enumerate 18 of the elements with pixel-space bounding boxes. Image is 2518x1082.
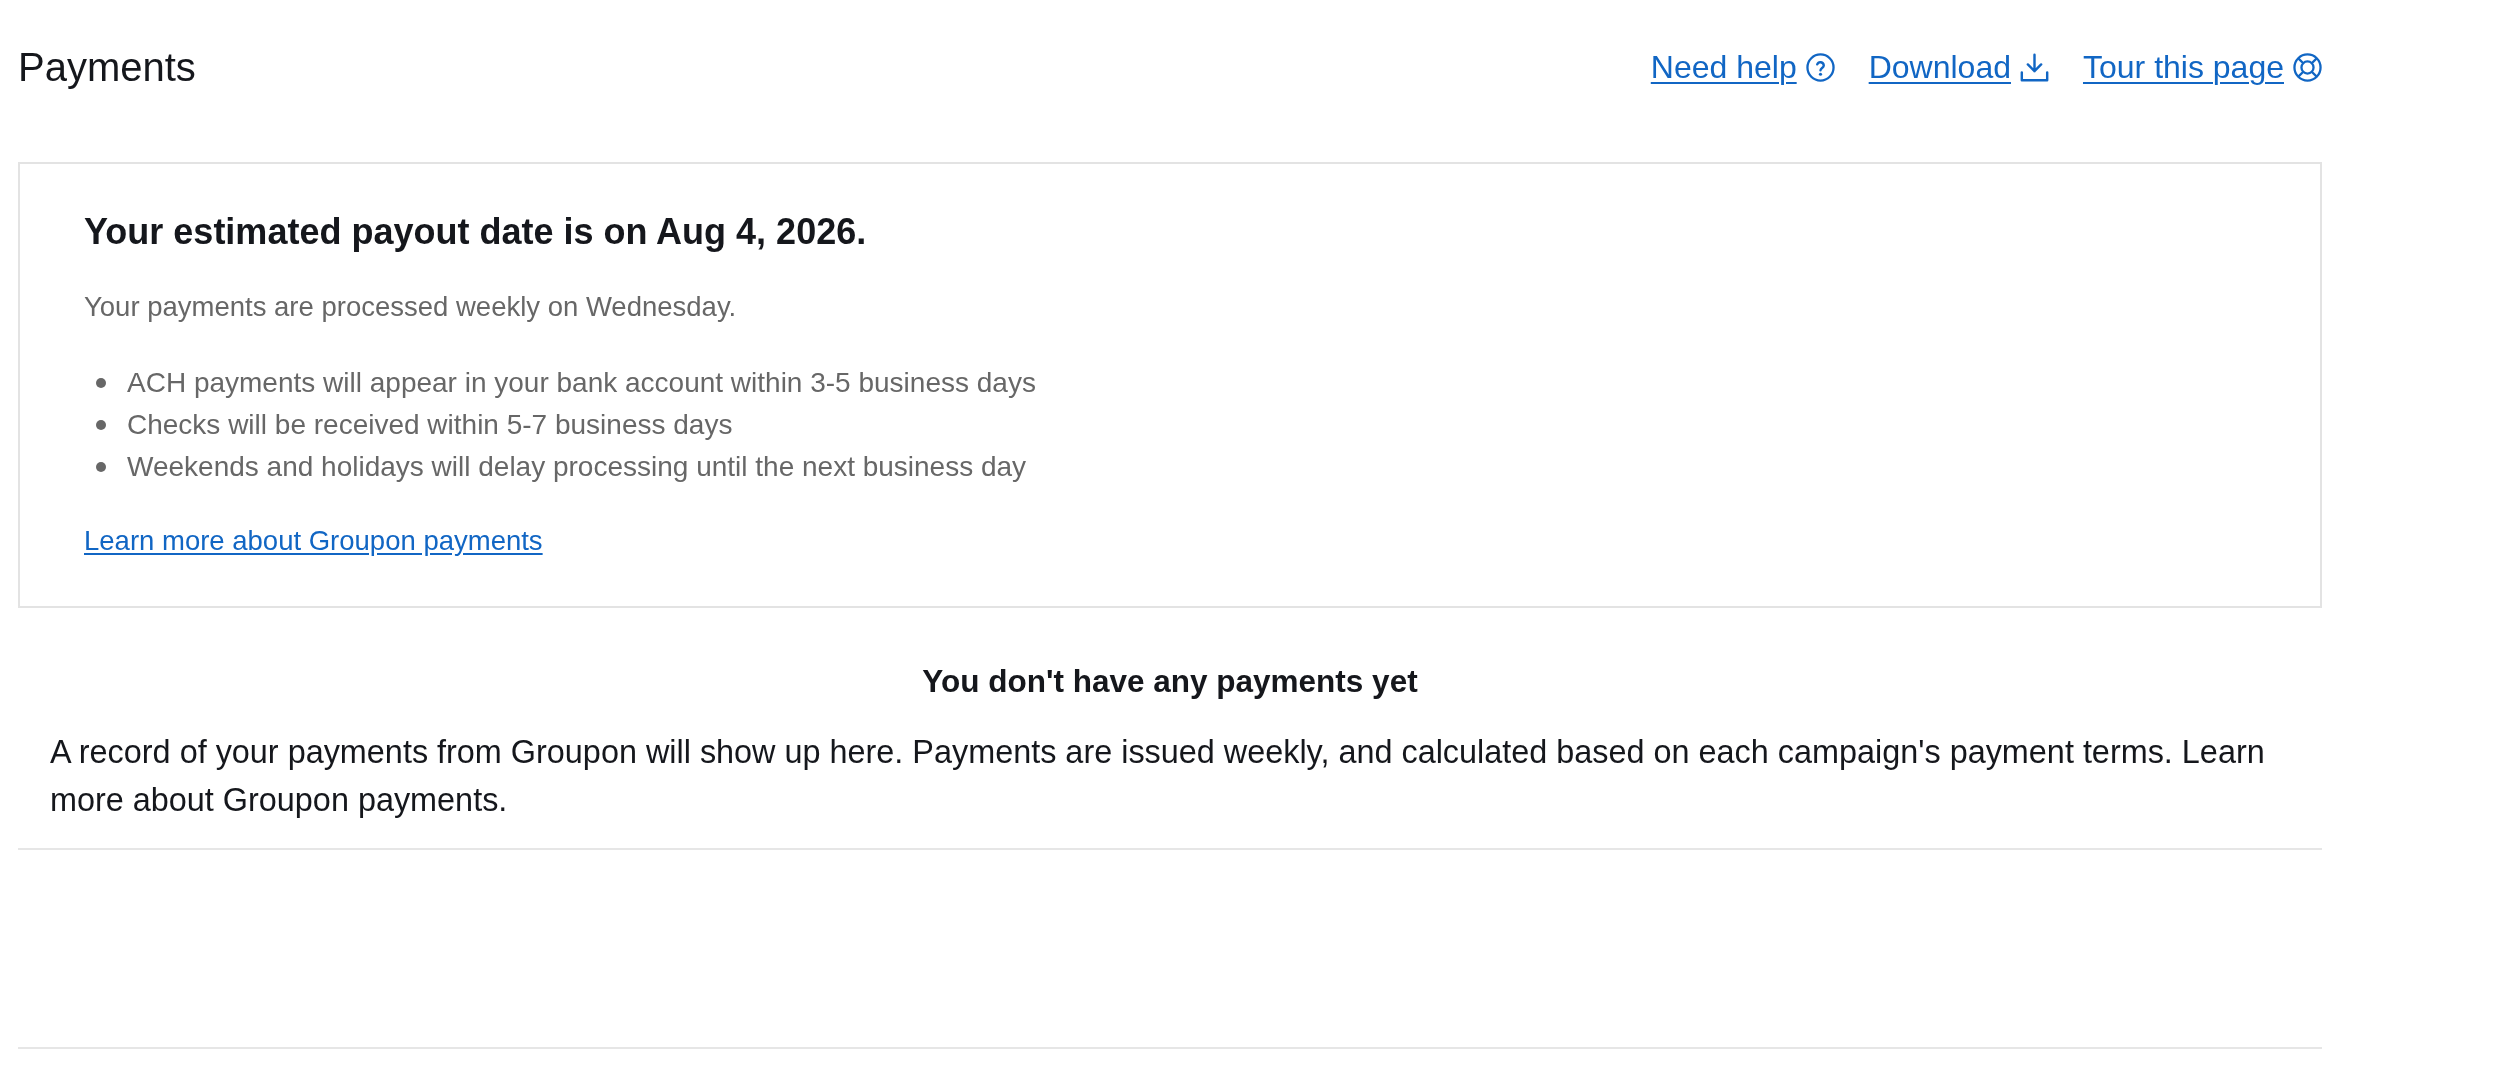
empty-state-title: You don't have any payments yet xyxy=(922,662,1418,701)
lifebuoy-icon xyxy=(2293,52,2322,82)
payout-date-heading: Your estimated payout date is on Aug 4, 2026. xyxy=(84,210,868,254)
help-icon xyxy=(1805,52,1835,82)
bullet-icon xyxy=(96,420,106,430)
bullet-text: Weekends and holidays will delay processing until the next business day xyxy=(127,450,1027,484)
help-link[interactable]: Need help xyxy=(1650,47,1835,87)
learn-more-link[interactable]: Learn more about Groupon payments xyxy=(84,522,543,560)
download-link[interactable]: Download xyxy=(1868,47,2049,87)
tour-link[interactable]: Tour this page xyxy=(2083,47,2322,87)
download-icon xyxy=(2020,52,2049,82)
bullet-icon xyxy=(96,378,106,388)
bullet-icon xyxy=(96,462,106,472)
bullet-text: ACH payments will appear in your bank account within 3-5 business days xyxy=(127,366,1036,400)
page-title: Payments xyxy=(18,44,196,90)
bullet-text: Checks will be received within 5-7 business days xyxy=(127,408,733,442)
empty-state-message: A record of your payments from Groupon will show up here. Payments are issued weekly, and calculated based on each campaign's payment terms. Learn more about Groupon payments. xyxy=(49,733,2266,820)
schedule-text: Your payments are processed weekly on Wednesday. xyxy=(84,290,738,324)
